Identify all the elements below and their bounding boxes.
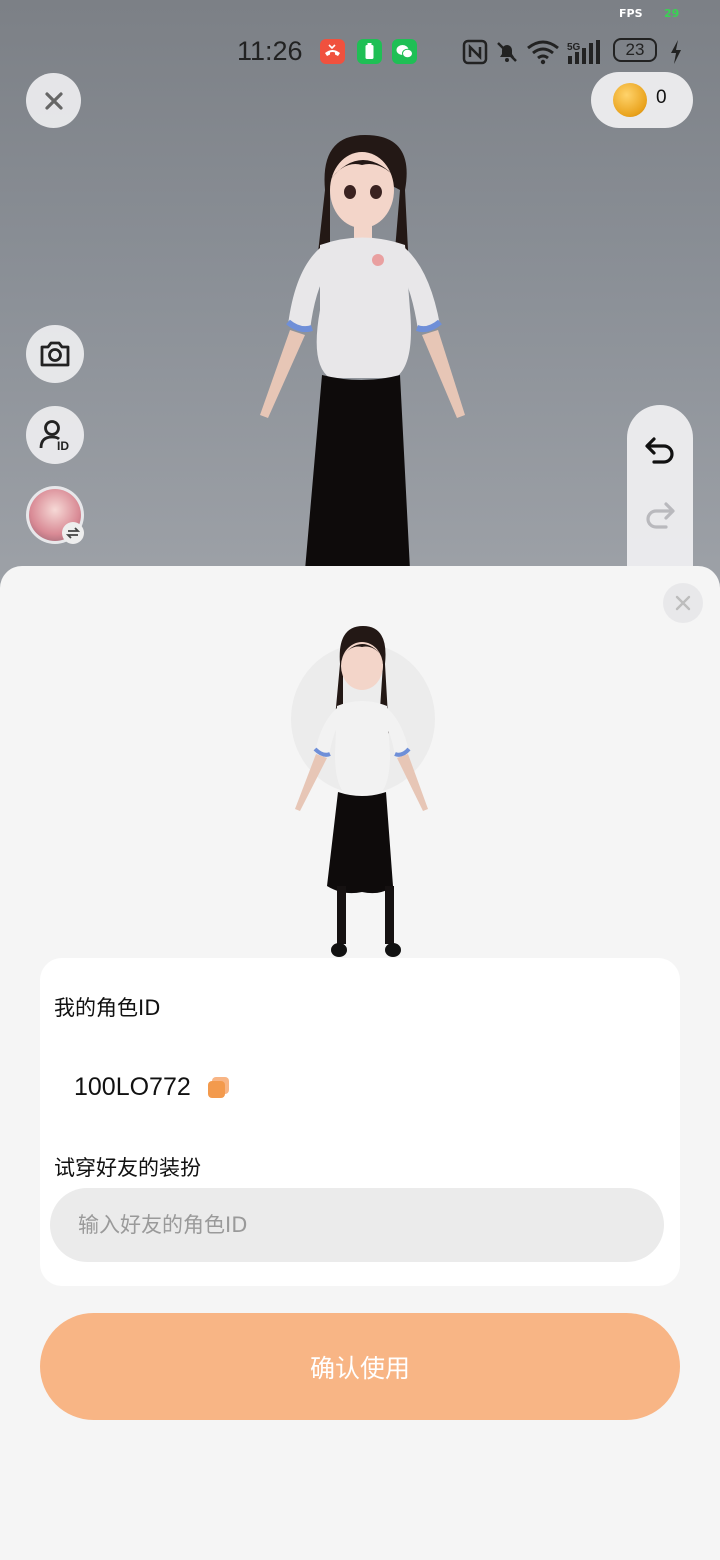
avatar-id-button[interactable]: ID [26, 406, 84, 464]
my-id-value: 100LO772 [74, 1073, 191, 1101]
fps-value: 29 [664, 7, 680, 20]
copy-icon[interactable] [207, 1075, 231, 1103]
coin-count: 0 [656, 87, 667, 108]
redo-icon[interactable] [644, 500, 676, 530]
wifi-icon [526, 39, 560, 69]
battery-indicator: 23 [613, 38, 657, 62]
coin-balance[interactable]: 0 [591, 72, 693, 128]
avatar-id-sheet: 我的角色ID 100LO772 试穿好友的装扮 确认使用 [0, 566, 720, 1560]
close-button[interactable] [26, 73, 81, 128]
friend-id-input[interactable] [50, 1188, 664, 1262]
network-label: 5G [567, 42, 581, 53]
fps-label: FPS [619, 7, 643, 20]
avatar-3d-model [260, 135, 465, 570]
nfc-icon [462, 39, 488, 69]
status-bar: 11:26 5G 23 [0, 36, 720, 70]
coin-icon [613, 83, 647, 117]
charging-icon [668, 39, 684, 69]
avatar-id-icon: ID [39, 420, 69, 452]
confirm-button[interactable]: 确认使用 [40, 1313, 680, 1420]
missed-call-icon [320, 39, 345, 64]
avatar-preview [291, 626, 435, 957]
camera-icon [40, 341, 70, 367]
my-id-label: 我的角色ID [54, 996, 161, 1020]
sheet-close-button[interactable] [663, 583, 703, 623]
close-icon [44, 91, 63, 110]
tryon-label: 试穿好友的装扮 [54, 1156, 201, 1180]
signal-icon: 5G [566, 39, 606, 71]
close-icon [675, 595, 691, 611]
camera-button[interactable] [26, 325, 84, 383]
switch-avatar-icon [62, 522, 84, 544]
avatar-scene[interactable]: FPS 29 11:26 5G 23 0 ID [0, 0, 720, 600]
switch-avatar-button[interactable] [26, 486, 84, 544]
wechat-icon [392, 39, 417, 64]
undo-icon[interactable] [644, 435, 676, 465]
id-card: 我的角色ID 100LO772 试穿好友的装扮 [40, 958, 680, 1286]
battery-app-icon [357, 39, 382, 64]
mute-icon [494, 39, 520, 69]
status-time: 11:26 [237, 36, 303, 66]
svg-text:ID: ID [57, 439, 69, 452]
